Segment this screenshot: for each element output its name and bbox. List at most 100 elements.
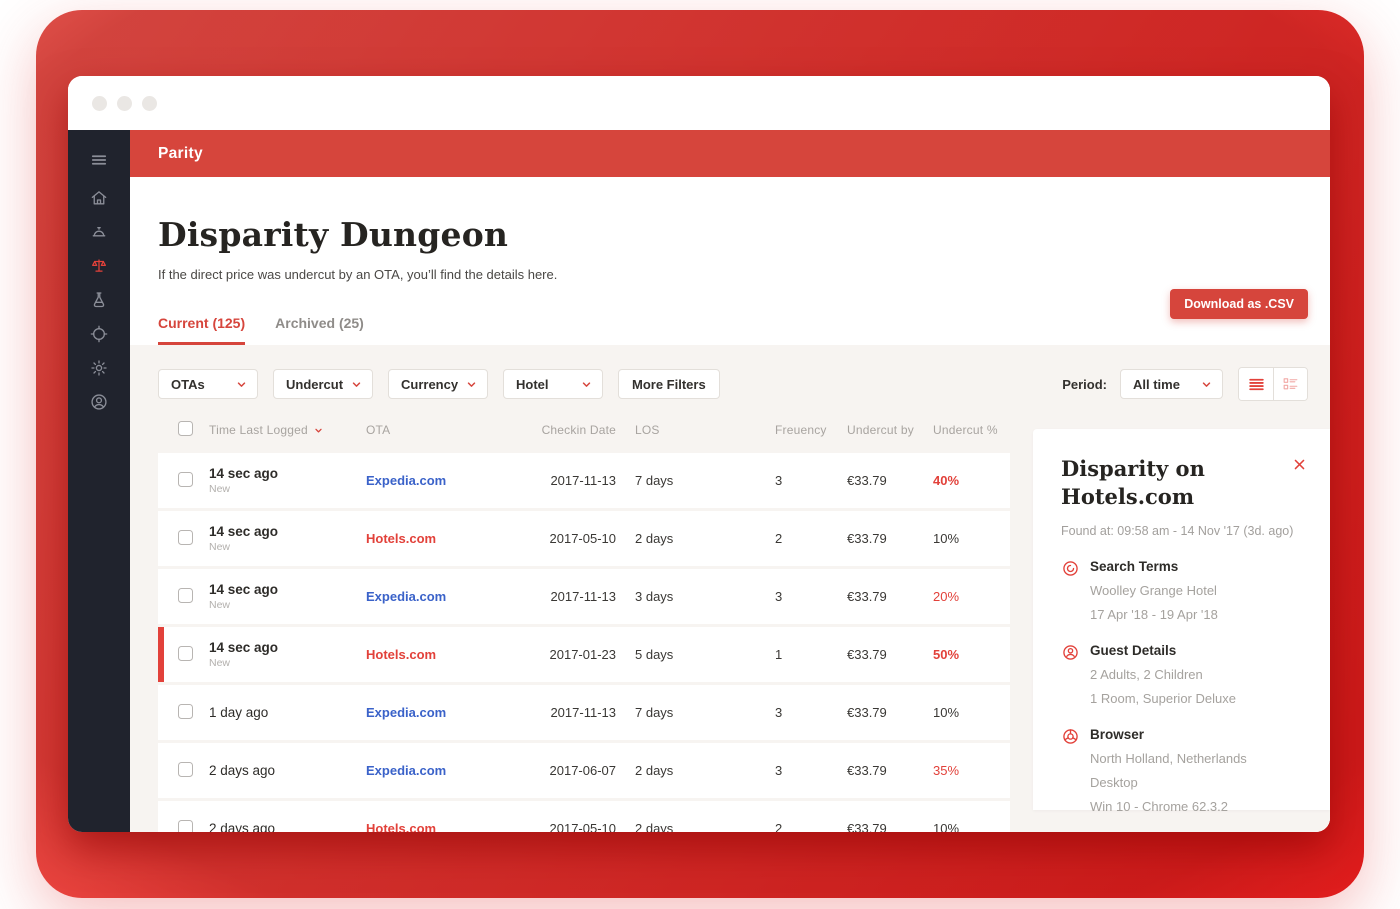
row-checkbox[interactable]	[178, 645, 193, 661]
panel-title: Disparity on Hotels.com	[1061, 456, 1205, 510]
chevron-down-icon	[1200, 378, 1213, 391]
table-row[interactable]: 1 day ago Expedia.com 2017-11-13 7 days 3 €33…	[158, 685, 1010, 740]
undercut-pct-value: 50%	[933, 647, 960, 662]
sidebar-item-menu[interactable]	[68, 143, 130, 177]
undercut-by-value: €33.79	[847, 821, 887, 832]
period-value: All time	[1133, 376, 1180, 392]
sidebar-item-home[interactable]	[68, 181, 130, 215]
filter-dropdown-otas[interactable]: OTAs	[158, 369, 258, 399]
filter-dropdown-hotel[interactable]: Hotel	[503, 369, 603, 399]
column-header-los[interactable]: LOS	[616, 423, 773, 437]
table-row[interactable]: 14 sec ago New Expedia.com 2017-11-13 3 days…	[158, 569, 1010, 624]
filter-label: Currency	[401, 376, 459, 392]
app-title: Parity	[158, 144, 203, 162]
frequency-value: 3	[775, 589, 783, 604]
table-body: 14 sec ago New Expedia.com 2017-11-13 7 days…	[158, 453, 1010, 832]
download-csv-button[interactable]: Download as .CSV	[1170, 289, 1308, 319]
panel-section-browser: Browser North Holland, Netherlands Desktop…	[1061, 727, 1306, 814]
section-line: 1 Room, Superior Deluxe	[1090, 690, 1236, 706]
undercut-by-value: €33.79	[847, 473, 887, 488]
filter-label: Undercut	[286, 376, 344, 392]
ota-link[interactable]: Expedia.com	[366, 473, 446, 488]
row-checkbox[interactable]	[178, 471, 193, 487]
ota-link[interactable]: Expedia.com	[366, 589, 446, 604]
detail-view-icon	[1281, 375, 1300, 394]
window-control-dot	[142, 95, 157, 111]
time-last-logged: 2 days ago	[209, 763, 276, 778]
list-view-button[interactable]	[1239, 368, 1273, 400]
time-last-logged: 14 sec ago	[209, 524, 279, 539]
panel-sections: Search Terms Woolley Grange Hotel 17 Apr '…	[1061, 559, 1306, 814]
table-row[interactable]: 2 days ago Hotels.com 2017-05-10 2 days 2 €33…	[158, 801, 1010, 832]
filter-dropdown-currency[interactable]: Currency	[388, 369, 488, 399]
column-header-undercut-pct[interactable]: Undercut %	[931, 423, 1010, 437]
bell-icon	[89, 222, 109, 242]
time-last-logged: 14 sec ago	[209, 582, 279, 597]
ota-link[interactable]: Expedia.com	[366, 705, 446, 720]
sidebar-item-bell[interactable]	[68, 215, 130, 249]
new-badge: New	[209, 599, 231, 611]
table-row[interactable]: 14 sec ago New Hotels.com 2017-01-23 5 days 1…	[158, 627, 1010, 682]
section-title: Guest Details	[1090, 642, 1177, 658]
filter-dropdown-undercut[interactable]: Undercut	[273, 369, 373, 399]
guest-details-icon	[1061, 643, 1080, 662]
ota-link[interactable]: Expedia.com	[366, 763, 446, 778]
checkin-date: 2017-11-13	[550, 705, 616, 720]
filter-label: Hotel	[516, 376, 549, 392]
tab-archived[interactable]: Archived (25)	[275, 315, 364, 345]
undercut-by-value: €33.79	[847, 763, 887, 778]
period-dropdown[interactable]: All time	[1120, 369, 1223, 399]
chevron-down-icon	[465, 378, 478, 391]
column-header-frequency[interactable]: Freuency	[773, 423, 833, 437]
table-row[interactable]: 14 sec ago New Hotels.com 2017-05-10 2 days 2…	[158, 511, 1010, 566]
gear-icon	[89, 358, 109, 378]
row-checkbox[interactable]	[178, 529, 193, 545]
view-toggle	[1238, 367, 1308, 401]
row-checkbox[interactable]	[178, 587, 193, 603]
filter-section: OTAs Undercut Currency Hotel More Filters P…	[130, 345, 1330, 832]
row-checkbox[interactable]	[178, 703, 193, 719]
new-badge: New	[209, 541, 231, 553]
frequency-value: 1	[775, 647, 783, 662]
table-row[interactable]: 14 sec ago New Expedia.com 2017-11-13 7 days…	[158, 453, 1010, 508]
time-last-logged: 1 day ago	[209, 705, 269, 720]
checkin-date: 2017-06-07	[549, 763, 617, 778]
sidebar-item-lab[interactable]	[68, 283, 130, 317]
ota-link[interactable]: Hotels.com	[366, 821, 436, 832]
column-header-ota[interactable]: OTA	[364, 423, 534, 437]
page-title: Disparity Dungeon	[158, 215, 509, 254]
more-filters-button[interactable]: More Filters	[618, 369, 720, 399]
new-badge: New	[209, 483, 231, 495]
ota-link[interactable]: Hotels.com	[366, 647, 436, 662]
user-icon	[89, 392, 109, 412]
tab-current[interactable]: Current (125)	[158, 315, 246, 345]
sidebar-item-settings[interactable]	[68, 351, 130, 385]
select-all-checkbox[interactable]	[178, 421, 193, 436]
column-header-time-last-logged[interactable]: Time Last Logged	[204, 423, 364, 437]
sidebar-item-target[interactable]	[68, 317, 130, 351]
row-checkbox[interactable]	[178, 761, 193, 777]
undercut-pct-value: 10%	[933, 821, 960, 832]
row-checkbox[interactable]	[178, 819, 193, 832]
window-control-dot	[92, 95, 107, 111]
table-header: Time Last Logged OTA Checkin Date LOS Freuen…	[158, 419, 1010, 441]
table-row[interactable]: 2 days ago Expedia.com 2017-06-07 2 days 3 €3…	[158, 743, 1010, 798]
browser-icon	[1061, 727, 1080, 746]
column-header-checkin-date[interactable]: Checkin Date	[534, 423, 616, 437]
column-header-undercut-by[interactable]: Undercut by	[833, 423, 931, 437]
close-panel-button[interactable]	[1288, 453, 1310, 475]
chevron-down-icon	[235, 378, 248, 391]
undercut-by-value: €33.79	[847, 531, 887, 546]
page-heading: Disparity Dungeon If the direct price wa…	[130, 177, 1330, 345]
filter-dropdowns: OTAs Undercut Currency Hotel	[158, 369, 603, 399]
filter-label: OTAs	[171, 376, 205, 392]
sidebar-item-account[interactable]	[68, 385, 130, 419]
chevron-down-icon	[313, 425, 324, 436]
ota-link[interactable]: Hotels.com	[366, 531, 436, 546]
sidebar-item-parity[interactable]	[68, 249, 130, 283]
menu-icon	[89, 150, 109, 170]
chevron-down-icon	[350, 378, 363, 391]
search-terms-icon	[1061, 559, 1080, 578]
home-icon	[89, 188, 109, 208]
detail-view-button[interactable]	[1273, 368, 1307, 400]
